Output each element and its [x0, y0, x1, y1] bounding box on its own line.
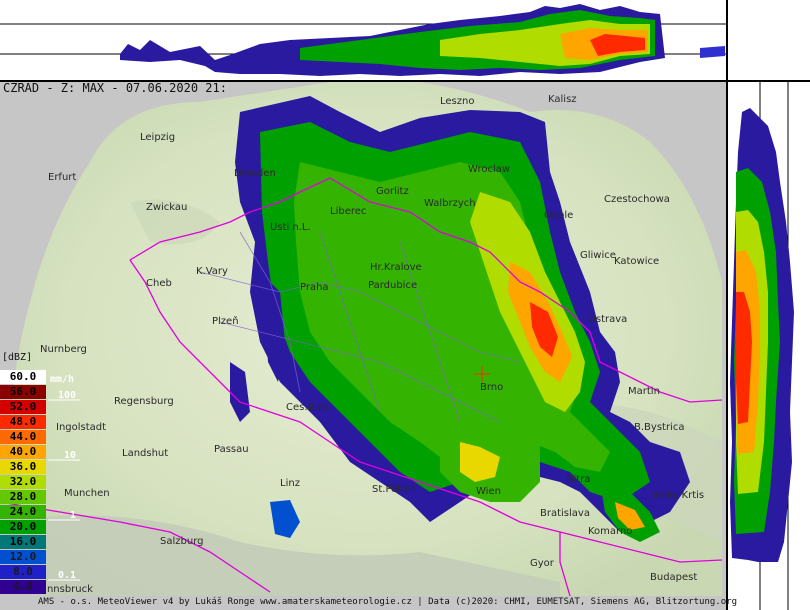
city-label-kalisz: Kalisz [548, 94, 577, 105]
city-label-gorlitz: Gorlitz [376, 186, 409, 197]
legend-row: 24.0 [0, 505, 46, 519]
city-label-plzen: Plzeň [212, 316, 239, 327]
legend-row: 8.0 [0, 565, 46, 579]
city-label-katowice: Katowice [614, 256, 660, 267]
city-label-ostrava: Ostrava [588, 314, 628, 325]
top-profile-panel [0, 0, 726, 80]
legend-row: 20.0 [0, 520, 46, 534]
city-label-regensburg: Regensburg [114, 396, 174, 407]
city-label-leszno: Leszno [440, 96, 475, 107]
map-title: CZRAD - Z: MAX - 07.06.2020 21: [3, 81, 227, 95]
city-label-passau: Passau [214, 444, 249, 455]
legend-mmh-10: 10 [64, 450, 77, 461]
legend-mmh-1: 1 [70, 510, 77, 521]
right-profile-panel [728, 82, 810, 610]
radar-viewer: Leipzig Erfurt Zwickau Cheb K.Vary Plzeň… [0, 0, 810, 610]
city-label-gyor: Gyor [530, 558, 554, 569]
legend-row: 48.0 [0, 415, 46, 429]
right-profile-graph [730, 82, 794, 610]
city-label-bbystrica: B.Bystrica [634, 422, 685, 433]
legend-row: 16.0 [0, 535, 46, 549]
legend-row: 36.0 [0, 460, 46, 474]
radar-site-marker [474, 366, 490, 382]
radar-map[interactable]: Leipzig Erfurt Zwickau Cheb K.Vary Plzeň… [0, 82, 726, 596]
city-label-gliwice: Gliwice [580, 250, 616, 261]
legend-row: 28.0 [0, 490, 46, 504]
city-label-hrkralove: Hr.Kralove [370, 262, 422, 273]
city-label-budapest: Budapest [650, 572, 698, 583]
legend-mmh-lines [48, 399, 80, 581]
city-label-martin: Martin [628, 386, 660, 397]
city-label-dresden: Dresden [234, 168, 276, 179]
city-label-opole: Opole [544, 210, 574, 221]
footer-credit: AMS - o.s. MeteoViewer v4 by Lukáš Ronge… [38, 597, 737, 607]
city-label-nitra: Nitra [566, 474, 591, 485]
city-label-leipzig: Leipzig [140, 132, 176, 143]
city-label-liberec: Liberec [330, 206, 367, 217]
legend: [dBZ] mm/h 60.0 56.0 52.0 48.0 44.0 40.0 36.0 3… [0, 352, 84, 596]
legend-mmh-unit: mm/h [50, 374, 75, 385]
city-label-cesbud: Ces.Bud. [286, 402, 331, 413]
legend-row: 12.0 [0, 550, 46, 564]
city-label-pardubice: Pardubice [368, 280, 418, 291]
city-label-czestochowa: Czestochowa [604, 194, 670, 205]
city-label-cheb: Cheb [146, 278, 172, 289]
legend-row: 44.0 [0, 430, 46, 444]
legend-mmh-100: 100 [58, 390, 77, 401]
map-canvas [0, 82, 723, 596]
top-profile-graph [0, 4, 726, 76]
legend-mmh-01: 0.1 [58, 570, 77, 581]
city-label-stpolten: St.Polten [372, 484, 417, 495]
city-label-brno: Brno [480, 382, 504, 393]
legend-dbz-unit: [dBZ] [2, 352, 33, 363]
city-label-erfurt: Erfurt [48, 172, 77, 183]
legend-row: 56.0 [0, 385, 46, 399]
city-label-walbrzych: Walbrzych [424, 198, 476, 209]
city-label-ustinl: Usti n.L. [270, 222, 311, 233]
city-label-linz: Linz [280, 478, 300, 489]
legend-row: 32.0 [0, 475, 46, 489]
city-label-wien: Wien [476, 486, 501, 497]
city-label-kvary: K.Vary [196, 266, 228, 277]
legend-row: 52.0 [0, 400, 46, 414]
corner-panel [728, 0, 810, 80]
city-label-landshut: Landshut [122, 448, 169, 459]
city-label-bratislava: Bratislava [540, 508, 590, 519]
legend-row: 40.0 [0, 445, 46, 459]
city-label-komarno: Komarno [588, 526, 633, 537]
city-label-zwickau: Zwickau [146, 202, 188, 213]
legend-row: 4.0 [0, 580, 46, 594]
city-label-wroclaw: Wroclaw [468, 164, 511, 175]
city-label-salzburg: Salzburg [160, 536, 204, 547]
legend-row: 60.0 [0, 370, 46, 384]
city-label-praha: Praha [300, 282, 329, 293]
city-label-velkykrtis: Velky Krtis [652, 490, 705, 501]
